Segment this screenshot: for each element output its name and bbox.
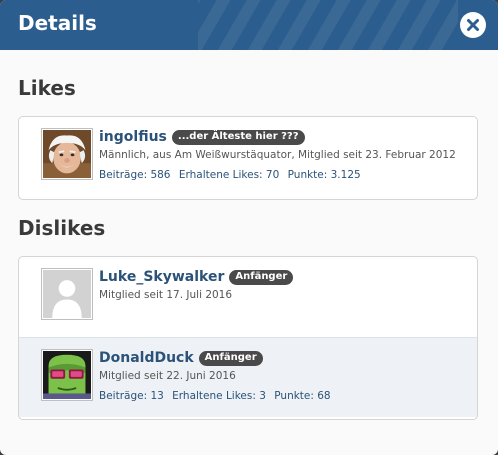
avatar-old-man-icon	[43, 130, 91, 178]
default-avatar-icon	[43, 270, 91, 318]
avatar[interactable]	[41, 268, 93, 320]
dialog-title: Details	[18, 11, 97, 35]
likes-list: ingolfius ...der Älteste hier ??? Männli…	[18, 116, 478, 200]
username-link[interactable]: Luke_Skywalker	[99, 269, 224, 285]
stat-posts-link[interactable]: Beiträge: 13	[99, 390, 164, 402]
avatar[interactable]	[41, 128, 93, 180]
username-link[interactable]: DonaldDuck	[99, 350, 194, 366]
details-dialog: Details Likes ingolfius ...der Älteste h…	[0, 0, 498, 455]
user-title-badge: ...der Älteste hier ???	[171, 129, 305, 145]
member-info: Luke_Skywalker Anfänger Mitglied seit 17…	[99, 267, 294, 301]
list-item-donaldduck: DonaldDuck Anfänger Mitglied seit 22. Ju…	[19, 337, 477, 417]
member-blurb: Männlich, aus Am Weißwurstäquator, Mitgl…	[99, 149, 456, 161]
stat-points-link[interactable]: Punkte: 68	[274, 390, 330, 402]
avatar[interactable]	[41, 349, 93, 401]
member-blurb: Mitglied seit 22. Juni 2016	[99, 370, 236, 382]
member-info: DonaldDuck Anfänger Mitglied seit 22. Ju…	[99, 348, 336, 402]
close-button[interactable]	[460, 12, 486, 38]
stat-likes-received: Erhaltene Likes: 3	[172, 390, 266, 402]
titlebar-decoration	[198, 0, 458, 50]
user-title-badge: Anfänger	[198, 350, 263, 366]
list-item-luke-skywalker: Luke_Skywalker Anfänger Mitglied seit 17…	[19, 257, 477, 337]
member-blurb: Mitglied seit 17. Juli 2016	[99, 289, 233, 301]
stat-posts-link[interactable]: Beiträge: 586	[99, 169, 171, 181]
list-item-ingolfius: ingolfius ...der Älteste hier ??? Männli…	[19, 117, 477, 197]
dislikes-list: Luke_Skywalker Anfänger Mitglied seit 17…	[18, 256, 478, 420]
avatar-green-robot-icon	[43, 351, 91, 399]
member-stats: Beiträge: 586 Erhaltene Likes: 70 Punkte…	[99, 169, 456, 181]
dialog-titlebar: Details	[0, 0, 498, 50]
close-icon	[467, 19, 479, 31]
user-title-badge: Anfänger	[229, 269, 294, 285]
member-info: ingolfius ...der Älteste hier ??? Männli…	[99, 127, 456, 181]
username-link[interactable]: ingolfius	[99, 129, 167, 145]
likes-heading: Likes	[18, 76, 76, 100]
member-stats: Beiträge: 13 Erhaltene Likes: 3 Punkte: …	[99, 390, 336, 402]
stat-likes-received: Erhaltene Likes: 70	[178, 169, 280, 181]
stat-points-link[interactable]: Punkte: 3.125	[288, 169, 361, 181]
dislikes-heading: Dislikes	[18, 216, 106, 240]
